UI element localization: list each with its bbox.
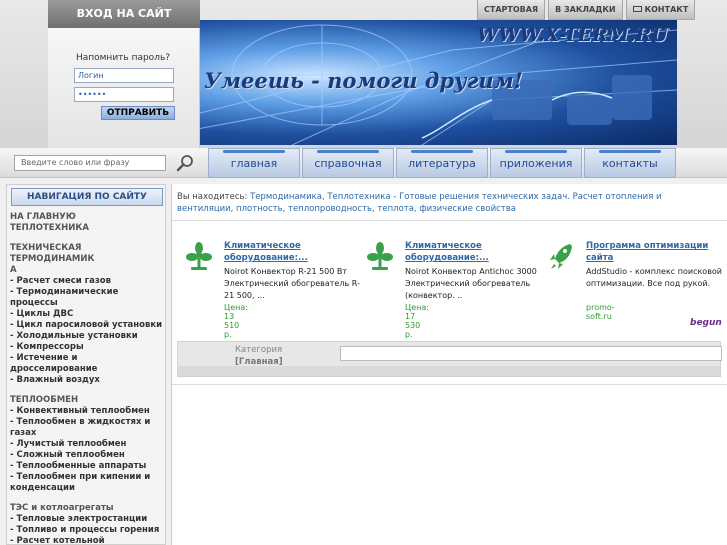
search-icon[interactable] [176,154,194,172]
divider [172,384,727,385]
site-url: WWW.X-TERM.RU [477,24,668,46]
breadcrumb-label: Вы находитесь: [177,192,248,202]
sidebar-link[interactable]: - Холодильные установки [10,331,165,342]
sidebar-link[interactable]: - Тепловые электростанции [10,514,165,525]
site-slogan: Умеешь - помоги другим! [204,68,523,93]
sidebar-link[interactable]: конденсации [10,483,165,494]
breadcrumb: Вы находитесь: Термодинамика, Теплотехни… [177,191,717,215]
bookmark-link[interactable]: В ЗАКЛАДКИ [548,0,623,20]
password-input[interactable]: •••••• [74,87,174,102]
sidebar-link[interactable]: - Термодинамические процессы [10,287,165,309]
sidebar-heading[interactable]: ТЕПЛООБМЕН [10,395,165,406]
login-panel: ВХОД НА САЙТ Напомнить пароль? Логин •••… [48,0,200,148]
sidebar-link-home[interactable]: НА ГЛАВНУЮ [10,212,165,223]
divider [172,220,727,221]
ad-block: Климатическое оборудование:... Noirot Ко… [186,240,726,339]
sidebar: НАВИГАЦИЯ ПО САЙТУ НА ГЛАВНУЮ ТЕПЛОТЕХНИ… [6,184,166,545]
mail-icon [632,6,642,12]
sidebar-link[interactable]: - Влажный воздух [10,375,165,386]
ad-title[interactable]: Климатическое оборудование:... [405,240,535,264]
ad-brand-logo[interactable]: begun [690,318,722,328]
login-title: ВХОД НА САЙТ [48,0,200,28]
sidebar-title: НАВИГАЦИЯ ПО САЙТУ [11,188,163,206]
ad-price: Цена: 17 530 р. [405,303,429,339]
header-banner: WWW.X-TERM.RU Умеешь - помоги другим! [192,20,677,145]
category-label: Категория [235,345,283,355]
sidebar-link-heat-engineering[interactable]: ТЕПЛОТЕХНИКА [10,223,165,234]
sidebar-group-power-plants: ТЭС и котлоагрегаты - Тепловые электрост… [10,503,165,545]
fan-icon [367,242,393,270]
menu-reference[interactable]: справочная [302,148,394,178]
ad-title[interactable]: Программа оптимизации сайта [586,240,716,264]
search-input[interactable]: Введите слово или фразу [14,155,166,171]
sidebar-group-thermodynamics: ТЕХНИЧЕСКАЯ ТЕРМОДИНАМИК А - Расчет смес… [10,243,165,386]
category-field [340,346,722,361]
main-menu: главная справочная литература приложения… [208,148,678,178]
sidebar-link[interactable]: - Компрессоры [10,342,165,353]
start-page-link[interactable]: СТАРТОВАЯ [477,0,546,20]
sidebar-link[interactable]: газах [10,428,165,439]
sidebar-link[interactable]: - Цикл паросиловой установки [10,320,165,331]
sidebar-link[interactable]: - Циклы ДВС [10,309,165,320]
category-strip [178,366,720,376]
menu-apps[interactable]: приложения [490,148,582,178]
rocket-icon [550,244,572,269]
sidebar-link[interactable]: - Теплообмен при кипении и [10,472,165,483]
remind-password-link[interactable]: Напомнить пароль? [58,53,188,63]
login-input[interactable]: Логин [74,68,174,83]
menu-literature[interactable]: литература [396,148,488,178]
sidebar-link[interactable]: - Расчет смеси газов [10,276,165,287]
ad-price: Цена: 13 510 р. [224,303,248,339]
sidebar-link[interactable]: - Топливо и процессы горения [10,525,165,536]
menu-home[interactable]: главная [208,148,300,178]
sidebar-link[interactable]: - Теплообменные аппараты [10,461,165,472]
main-content: Вы находитесь: Термодинамика, Теплотехни… [171,184,727,545]
contact-link[interactable]: КОНТАКТ [625,0,696,20]
sidebar-group-main: НА ГЛАВНУЮ ТЕПЛОТЕХНИКА [10,212,165,234]
category-bar: Категория [Главная] [177,341,722,377]
sidebar-heading[interactable]: ТЭС и котлоагрегаты [10,503,165,514]
sidebar-group-heat-transfer: ТЕПЛООБМЕН - Конвективный теплообмен - Т… [10,395,165,494]
sidebar-link[interactable]: - Истечение и дросселирование [10,353,165,375]
ad-description: Noirot Конвектор Antichoc 3000 Электриче… [405,267,537,300]
sidebar-heading[interactable]: А [10,265,165,276]
sidebar-link[interactable]: - Расчет котельной [10,536,165,545]
submit-login-button[interactable]: ОТПРАВИТЬ [101,106,175,120]
top-links: СТАРТОВАЯ В ЗАКЛАДКИ КОНТАКТ [477,0,698,20]
ad-title[interactable]: Климатическое оборудование:... [224,240,354,264]
sidebar-link[interactable]: - Лучистый теплообмен [10,439,165,450]
sidebar-heading[interactable]: ТЕХНИЧЕСКАЯ ТЕРМОДИНАМИК [10,243,165,265]
sidebar-link[interactable]: - Сложный теплообмен [10,450,165,461]
ad-site-link[interactable]: promo-soft.ru [586,303,615,321]
fan-icon [186,242,212,270]
ad-description: Noirot Конвектор R-21 500 Вт Электрическ… [224,267,360,300]
sidebar-link[interactable]: - Теплообмен в жидкостях и [10,417,165,428]
menu-contacts[interactable]: контакты [584,148,676,178]
ad-description: AddStudio - комплекс поисковой оптимизац… [586,267,722,288]
breadcrumb-text[interactable]: Термодинамика, Теплотехника - Готовые ре… [177,192,662,214]
contact-link-label: КОНТАКТ [644,5,689,14]
sidebar-link[interactable]: - Конвективный теплообмен [10,406,165,417]
